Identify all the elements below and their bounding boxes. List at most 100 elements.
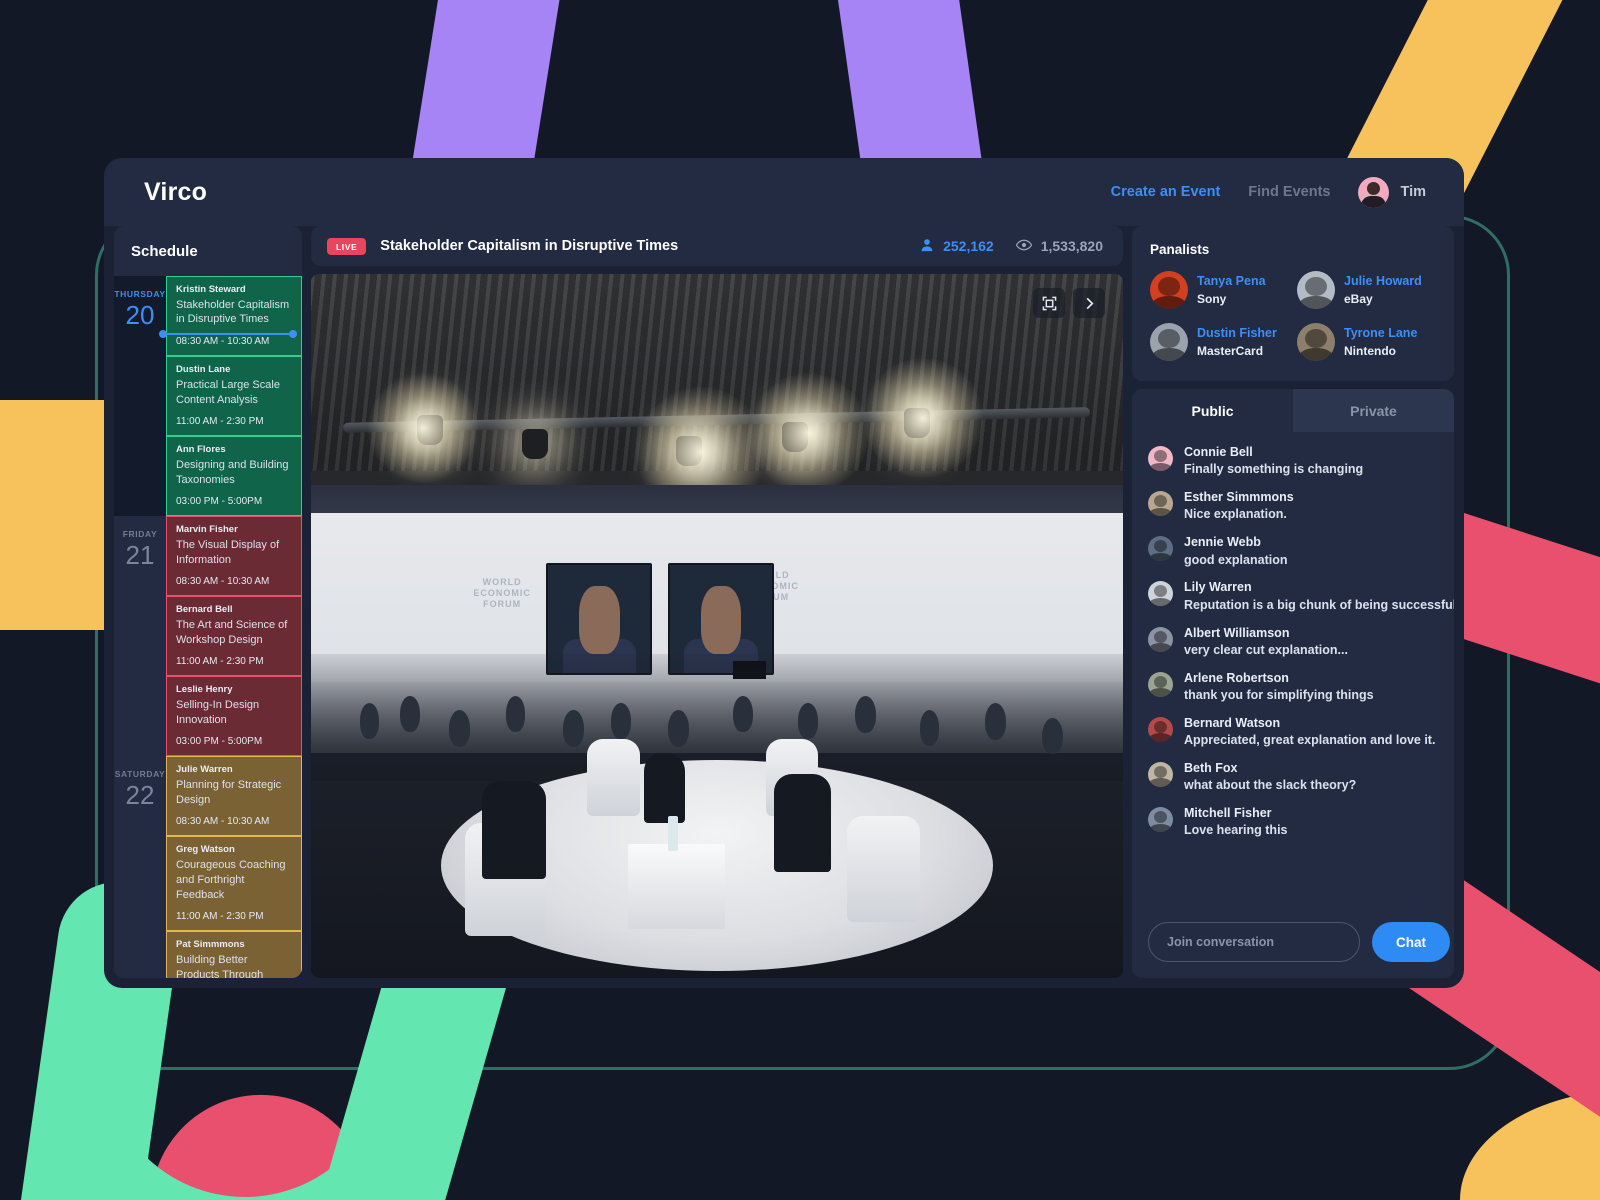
views-count: 1,533,820 <box>1040 238 1103 254</box>
chat-author: Jennie Webb <box>1184 535 1261 550</box>
panelist-item[interactable]: Dustin Fisher MasterCard <box>1150 323 1289 361</box>
chat-message-body: Bernard Watson Appreciated, great explana… <box>1184 715 1435 749</box>
fullscreen-button[interactable] <box>1033 288 1065 318</box>
chat-text: what about the slack theory? <box>1184 778 1357 793</box>
panelist-item[interactable]: Julie Howard eBay <box>1297 271 1436 309</box>
event-progress-bar[interactable] <box>159 330 297 338</box>
chat-author: Esther Simmmons <box>1184 490 1294 505</box>
event-title: Stakeholder Capitalism in Disruptive Tim… <box>176 298 290 326</box>
chat-message-body: Jennie Webb good explanation <box>1184 534 1287 568</box>
schedule-day-20: THURSDAY 20 Kristin Steward Stakeholder Cap… <box>114 276 302 517</box>
header-nav: Create an Event Find Events Tim <box>1111 176 1426 208</box>
chat-message-list[interactable]: Connie Bell Finally something is changing… <box>1132 432 1454 910</box>
schedule-event[interactable]: Greg Watson Courageous Coaching and Forth… <box>166 836 302 932</box>
event-time: 03:00 PM - 5:00PM <box>176 736 263 748</box>
chevron-right-icon <box>1082 296 1097 311</box>
event-time: 08:30 AM - 10:30 AM <box>176 576 270 588</box>
panelist-item[interactable]: Tyrone Lane Nintendo <box>1297 323 1436 361</box>
panelist-info: Tyrone Lane Nintendo <box>1344 326 1417 358</box>
event-title: Courageous Coaching and Forthright Feedb… <box>176 859 286 901</box>
event-time: 03:00 PM - 5:00PM <box>176 496 263 508</box>
chat-avatar <box>1148 626 1173 652</box>
stream-stats: 252,162 1,533,820 <box>920 238 1103 255</box>
video-controls <box>1033 288 1105 318</box>
panelist-org: MasterCard <box>1197 343 1264 358</box>
event-title: The Art and Science of Workshop Design <box>176 619 288 646</box>
user-menu[interactable]: Tim <box>1358 176 1426 208</box>
panelist-info: Tanya Pena Sony <box>1197 274 1266 306</box>
nav-find-events[interactable]: Find Events <box>1248 184 1330 200</box>
chat-text: Nice explanation. <box>1184 507 1287 522</box>
chat-compose: Chat <box>1132 910 1454 978</box>
schedule-event[interactable]: Dustin Lane Practical Large Scale Content… <box>166 356 302 437</box>
day-events: Marvin Fisher The Visual Display of Infor… <box>166 516 302 757</box>
event-speaker: Kristin Steward <box>176 284 246 295</box>
chat-message: Esther Simmmons Nice explanation. <box>1148 489 1438 523</box>
panelist-name: Dustin Fisher <box>1197 326 1277 341</box>
schedule-days[interactable]: THURSDAY 20 Kristin Steward Stakeholder Cap… <box>114 276 302 978</box>
brand-logo: Virco <box>144 177 208 206</box>
schedule-event[interactable]: Kristin Steward Stakeholder Capitalism in… <box>159 276 302 357</box>
chat-avatar <box>1148 536 1173 562</box>
panelist-item[interactable]: Tanya Pena Sony <box>1150 271 1289 309</box>
fullscreen-icon <box>1042 296 1057 311</box>
panelist-info: Julie Howard eBay <box>1344 274 1422 306</box>
event-speaker: Marvin Fisher <box>176 524 238 536</box>
chat-message: Mitchell Fisher Love hearing this <box>1148 805 1438 839</box>
schedule-event[interactable]: Bernard Bell The Art and Science of Works… <box>166 596 302 677</box>
chat-input[interactable] <box>1148 922 1360 962</box>
chat-text: Appreciated, great explanation and love … <box>1184 733 1436 747</box>
chat-message-body: Mitchell Fisher Love hearing this <box>1184 805 1288 839</box>
chat-text: good explanation <box>1184 552 1288 567</box>
schedule-event[interactable]: Pat Simmmons Building Better Products Thr… <box>166 931 302 978</box>
panelist-avatar <box>1297 271 1335 309</box>
event-title: Selling-In Design Innovation <box>176 699 260 726</box>
panelist-name: Tyrone Lane <box>1344 326 1418 341</box>
panelist-org: Nintendo <box>1344 343 1396 358</box>
schedule-event[interactable]: Ann Flores Designing and Building Taxonom… <box>166 436 302 517</box>
chat-panel: Public Private Connie Bell Finally someth… <box>1132 389 1454 978</box>
video-player[interactable]: WORLDECONOMICFORUM WORLDECONOMICFORUM <box>311 274 1123 978</box>
event-time: 08:30 AM - 10:30 AM <box>176 336 270 348</box>
schedule-event[interactable]: Marvin Fisher The Visual Display of Infor… <box>166 516 302 597</box>
event-title: The Visual Display of Information <box>176 539 280 566</box>
chat-message: Connie Bell Finally something is changing <box>1148 444 1438 478</box>
decor-pink-blob <box>60 1066 400 1200</box>
schedule-event[interactable]: Julie Warren Planning for Strategic Desig… <box>166 756 302 837</box>
chat-text: Love hearing this <box>1184 823 1288 838</box>
panelists-title: Panalists <box>1150 242 1210 257</box>
event-title: Planning for Strategic Design <box>176 779 282 806</box>
chat-author: Bernard Watson <box>1184 715 1281 730</box>
eye-icon <box>1015 238 1032 254</box>
event-speaker: Dustin Lane <box>176 364 231 376</box>
tab-private[interactable]: Private <box>1293 389 1454 432</box>
panelist-info: Dustin Fisher MasterCard <box>1197 326 1277 358</box>
schedule-day-21: FRIDAY 21 Marvin Fisher The Visual Display … <box>114 516 302 757</box>
chat-avatar <box>1148 761 1173 787</box>
chat-send-button[interactable]: Chat <box>1372 922 1450 962</box>
chat-avatar <box>1148 446 1173 471</box>
nav-create-event[interactable]: Create an Event <box>1111 184 1221 200</box>
app-body: Schedule THURSDAY 20 Kristin Steward Stakeh… <box>104 226 1464 988</box>
day-number: 22 <box>125 780 155 811</box>
next-button[interactable] <box>1073 288 1105 318</box>
chat-message-body: Esther Simmmons Nice explanation. <box>1184 489 1294 523</box>
event-speaker: Ann Flores <box>176 444 226 456</box>
views-stat: 1,533,820 <box>1015 238 1103 254</box>
schedule-panel: Schedule THURSDAY 20 Kristin Steward Stakeh… <box>114 226 302 978</box>
chat-message-body: Lily Warren Reputation is a big chunk of … <box>1184 579 1454 613</box>
tab-public[interactable]: Public <box>1132 389 1293 432</box>
day-events: Julie Warren Planning for Strategic Desig… <box>166 756 302 978</box>
chat-text: very clear cut explanation... <box>1184 642 1348 657</box>
page-root: Virco Create an Event Find Events Tim Sc… <box>0 0 1600 1200</box>
chat-message-body: Connie Bell Finally something is changing <box>1184 444 1363 478</box>
chat-avatar <box>1148 716 1173 742</box>
panelist-name: Tanya Pena <box>1197 274 1266 289</box>
day-weekday: THURSDAY <box>114 289 166 299</box>
schedule-title: Schedule <box>131 243 198 260</box>
event-title: Building Better Products Through Improvi… <box>176 953 264 978</box>
chat-author: Mitchell Fisher <box>1184 806 1272 820</box>
live-viewer-stat: 252,162 <box>920 238 994 255</box>
day-number: 21 <box>125 540 155 571</box>
schedule-event[interactable]: Leslie Henry Selling-In Design Innovation… <box>166 676 302 757</box>
